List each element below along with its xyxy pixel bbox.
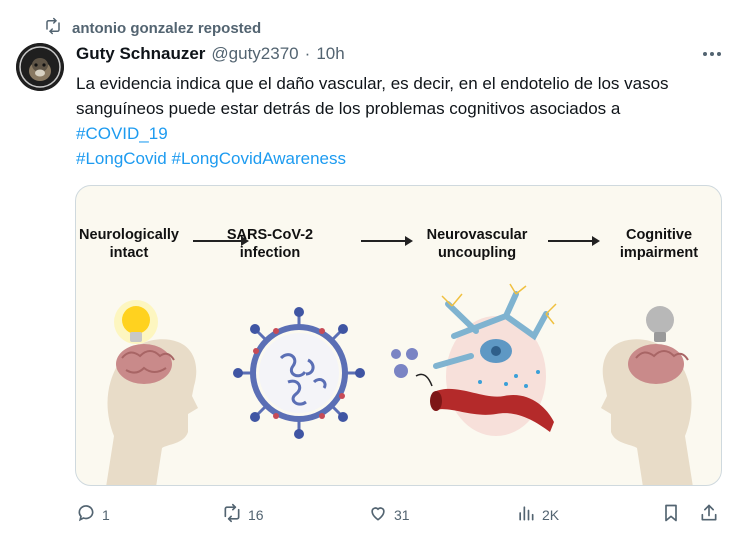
retweet-button[interactable]: 16	[222, 503, 264, 526]
retweet-icon	[222, 503, 242, 526]
reply-icon	[76, 503, 96, 526]
post-time[interactable]: 10h	[316, 44, 344, 64]
views-button[interactable]: 2K	[516, 503, 559, 526]
author-name[interactable]: Guty Schnauzer	[76, 44, 205, 64]
virus-illustration	[233, 307, 365, 439]
tweet-line-2: sanguíneos puede estar detrás de los pro…	[76, 99, 621, 118]
repost-icon	[44, 17, 62, 39]
more-icon[interactable]	[700, 44, 724, 64]
tweet-line-1: La evidencia indica que el daño vascular…	[76, 74, 669, 93]
tweet-actions: 1 16 31 2K	[0, 503, 748, 531]
step-sars-cov-2-infection: SARS-CoV-2 infection	[226, 227, 314, 261]
step-neurologically-intact: Neurologically intact	[79, 227, 179, 261]
views-count: 2K	[542, 506, 560, 523]
arrow-2	[361, 236, 413, 246]
step-cognitive-impairment: Cognitive impairment	[619, 227, 699, 261]
separator-dot: ·	[304, 44, 311, 63]
hashtag-covid19[interactable]: #COVID_19	[76, 124, 168, 143]
head-lit-bulb-illustration	[106, 300, 198, 485]
bookmark-icon	[661, 503, 681, 526]
share-icon	[699, 503, 719, 526]
share-button[interactable]	[699, 503, 719, 526]
neurovascular-illustration	[391, 283, 557, 436]
hashtag-longcovidawareness[interactable]: #LongCovidAwareness	[171, 149, 346, 168]
reply-count: 1	[102, 506, 110, 523]
repost-indicator[interactable]: antonio gonzalez reposted	[44, 17, 261, 39]
bookmark-button[interactable]	[661, 503, 681, 526]
like-button[interactable]: 31	[368, 503, 410, 526]
views-icon	[516, 503, 536, 526]
step-neurovascular-uncoupling: Neurovascular uncoupling	[426, 227, 528, 261]
tweet-header: Guty Schnauzer @guty2370 · 10h	[76, 44, 345, 64]
retweet-count: 16	[248, 506, 264, 523]
media-image[interactable]: Neurologically intact SARS-CoV-2 infection…	[75, 185, 722, 486]
hashtag-longcovid[interactable]: #LongCovid	[76, 149, 167, 168]
author-handle[interactable]: @guty2370	[211, 44, 298, 64]
like-icon	[368, 503, 388, 526]
tweet-text: La evidencia indica que el daño vascular…	[76, 71, 736, 171]
head-dim-bulb-illustration	[601, 306, 693, 485]
virus-particles	[391, 348, 418, 378]
avatar[interactable]	[16, 43, 64, 91]
like-count: 31	[394, 506, 410, 523]
reply-button[interactable]: 1	[76, 503, 110, 526]
arrow-3	[548, 236, 600, 246]
repost-text: antonio gonzalez reposted	[72, 19, 262, 37]
